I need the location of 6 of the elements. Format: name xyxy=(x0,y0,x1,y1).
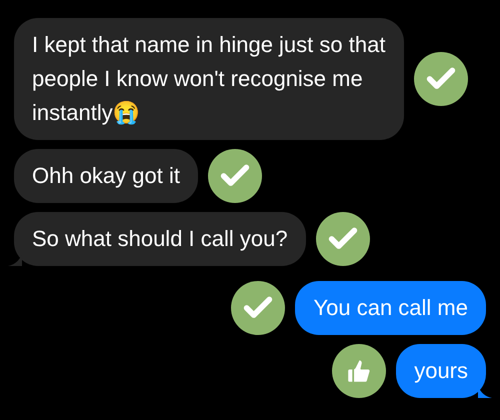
message-bubble: I kept that name in hinge just so that people I know won't recognise me instantly😭 xyxy=(14,18,404,140)
check-reaction-icon xyxy=(414,52,468,106)
message-bubble: You can call me xyxy=(295,281,486,335)
message-bubble: Ohh okay got it xyxy=(14,149,198,203)
message-bubble: So what should I call you? xyxy=(14,212,306,266)
message-bubble: yours xyxy=(396,344,486,398)
